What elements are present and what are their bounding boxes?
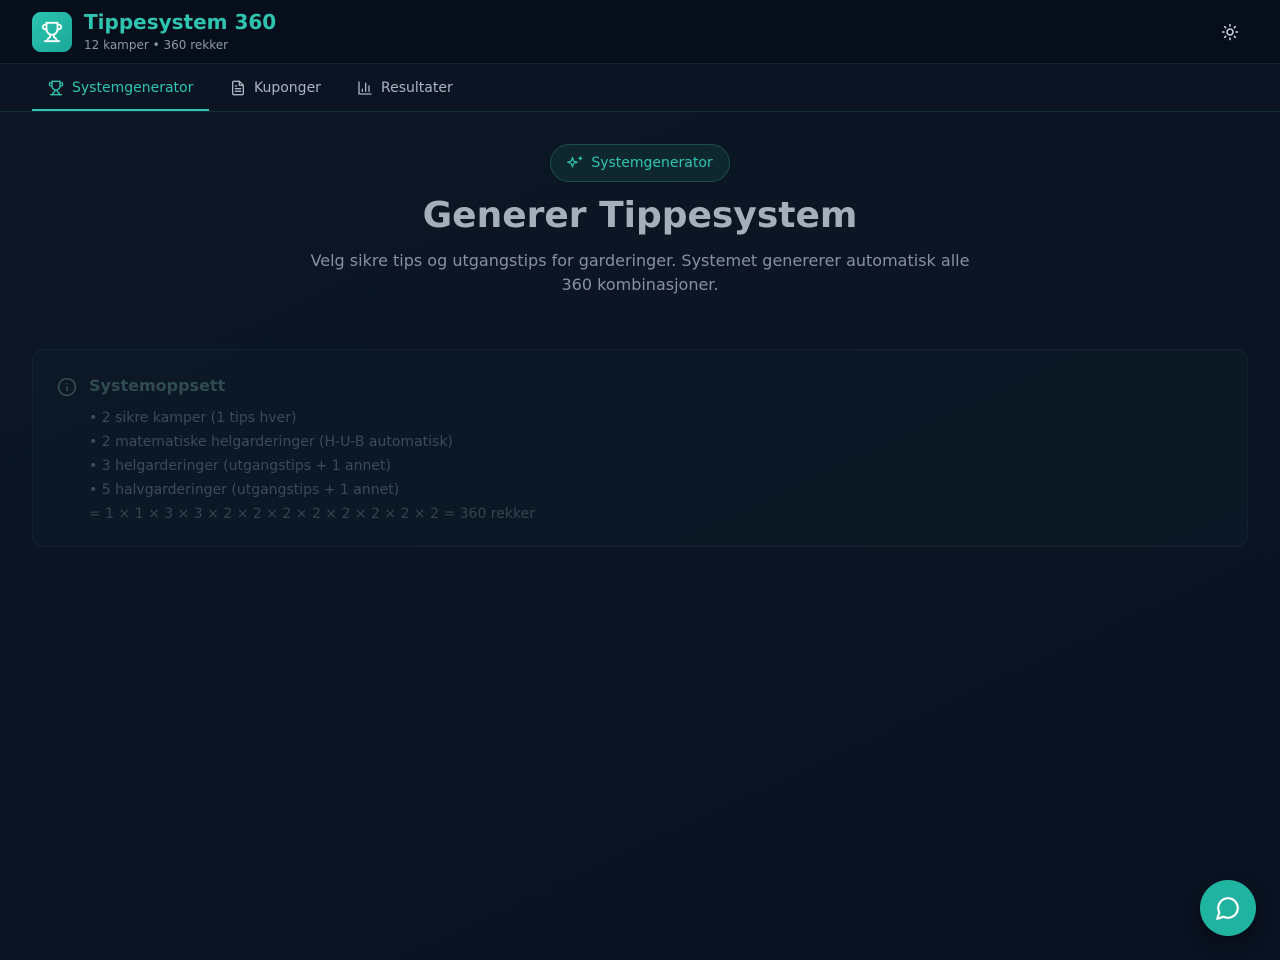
chat-button[interactable] [1200,880,1256,936]
tab-label: Systemgenerator [72,79,194,96]
tab-resultater[interactable]: Resultater [357,64,453,111]
page-title: Generer Tippesystem [422,195,858,236]
app-subtitle: 12 kamper • 360 rekker [84,38,229,52]
info-icon [57,377,77,397]
section-badge: Systemgenerator [550,144,730,182]
app-header: Tippesystem 360 12 kamper • 360 rekker [0,0,1280,64]
list-item: • 5 halvgarderinger (utgangstips + 1 ann… [89,482,400,498]
page-description: Velg sikre tips og utgangstips for garde… [310,251,970,294]
main-tabs: Systemgenerator Kuponger Resultater [0,64,1280,112]
theme-toggle-button[interactable] [1214,16,1246,48]
chat-bubble-icon [1216,897,1239,920]
trophy-icon [48,80,64,95]
tab-kuponger[interactable]: Kuponger [230,64,321,111]
app-title: Tippesystem 360 [84,10,277,34]
section-badge-label: Systemgenerator [591,155,713,171]
system-setup-list: • 2 sikre kamper (1 tips hver) • 2 matem… [89,406,453,502]
system-formula: = 1 × 1 × 3 × 3 × 2 × 2 × 2 × 2 × 2 × 2 … [89,506,535,522]
tab-systemgenerator[interactable]: Systemgenerator [48,64,193,111]
sparkles-icon [567,156,583,168]
bar-chart-icon [358,80,372,95]
list-item: • 2 sikre kamper (1 tips hver) [89,410,297,426]
document-icon [232,80,244,95]
list-item: • 3 helgarderinger (utgangstips + 1 anne… [89,458,391,474]
trophy-icon [32,12,72,52]
sun-icon [1221,23,1239,41]
active-tab-indicator [32,109,209,111]
list-item: • 2 matematiske helgarderinger (H-U-B au… [89,434,453,450]
tab-label: Resultater [381,79,453,96]
tab-label: Kuponger [254,79,321,96]
system-setup-title: Systemoppsett [89,376,226,395]
system-setup-card: Systemoppsett • 2 sikre kamper (1 tips h… [32,349,1248,547]
